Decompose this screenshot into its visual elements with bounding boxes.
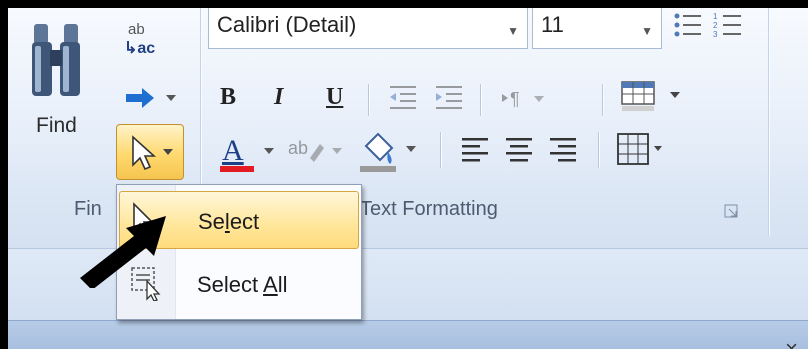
bold-icon[interactable]: B [220,84,236,111]
svg-text:ab: ab [288,138,308,158]
table-style-icon[interactable] [620,80,690,119]
italic-icon[interactable]: I [274,84,283,111]
text-formatting-group-label: Text Formatting [360,198,498,220]
bullets-icon[interactable] [672,10,706,47]
chevron-down-icon[interactable]: ▼ [507,24,519,38]
dialog-launcher-icon[interactable] [724,204,740,225]
select-cursor-icon [132,135,173,171]
increase-indent-icon[interactable] [432,82,466,119]
highlight-icon[interactable]: ab [286,132,346,177]
align-right-icon[interactable] [548,136,580,169]
borders-icon[interactable] [616,132,666,173]
svg-text:3: 3 [713,30,718,39]
toolbar-separator [598,132,599,168]
font-color-icon[interactable]: A [218,130,278,179]
align-center-icon[interactable] [504,136,536,169]
find-label[interactable]: Find [36,114,77,138]
group-separator [768,8,769,236]
toolbar-separator [440,132,441,168]
pane-header-bar: × [8,320,808,349]
tutorial-arrow-icon [74,198,184,293]
shading-icon[interactable] [358,128,424,179]
replace-icon[interactable]: ab ↳ac [122,20,162,61]
numbering-icon[interactable]: 1 2 3 [712,10,746,47]
decrease-indent-icon[interactable] [386,82,420,119]
select-button[interactable] [116,124,184,180]
underline-icon[interactable]: U [326,84,343,111]
font-size-combo[interactable]: 11 ▼ [532,8,662,49]
chevron-down-icon[interactable]: ▼ [641,24,653,38]
paragraph-direction-icon[interactable]: ¶ [500,86,560,115]
close-icon[interactable]: × [785,338,798,349]
svg-text:A: A [222,134,244,167]
svg-text:2: 2 [713,21,718,30]
toolbar-separator [368,84,369,116]
font-name-value: Calibri (Detail) [217,12,357,37]
toolbar-separator [602,84,603,116]
toolbar-separator [480,84,481,116]
app-frame: ab ↳ac Find Fin Calibri (Detail) ▼ 11 ▼ … [8,8,808,349]
menu-item-label: Select All [197,272,288,297]
align-left-icon[interactable] [460,136,492,169]
svg-text:¶: ¶ [510,89,520,109]
svg-text:ab: ab [128,21,145,38]
svg-text:1: 1 [713,12,718,21]
menu-item-label: Select [198,209,260,234]
font-size-value: 11 [541,12,564,37]
binoculars-icon[interactable] [30,20,82,107]
font-name-combo[interactable]: Calibri (Detail) ▼ [208,8,528,49]
svg-text:↳ac: ↳ac [124,40,155,56]
go-to-arrow-icon[interactable] [124,86,184,115]
